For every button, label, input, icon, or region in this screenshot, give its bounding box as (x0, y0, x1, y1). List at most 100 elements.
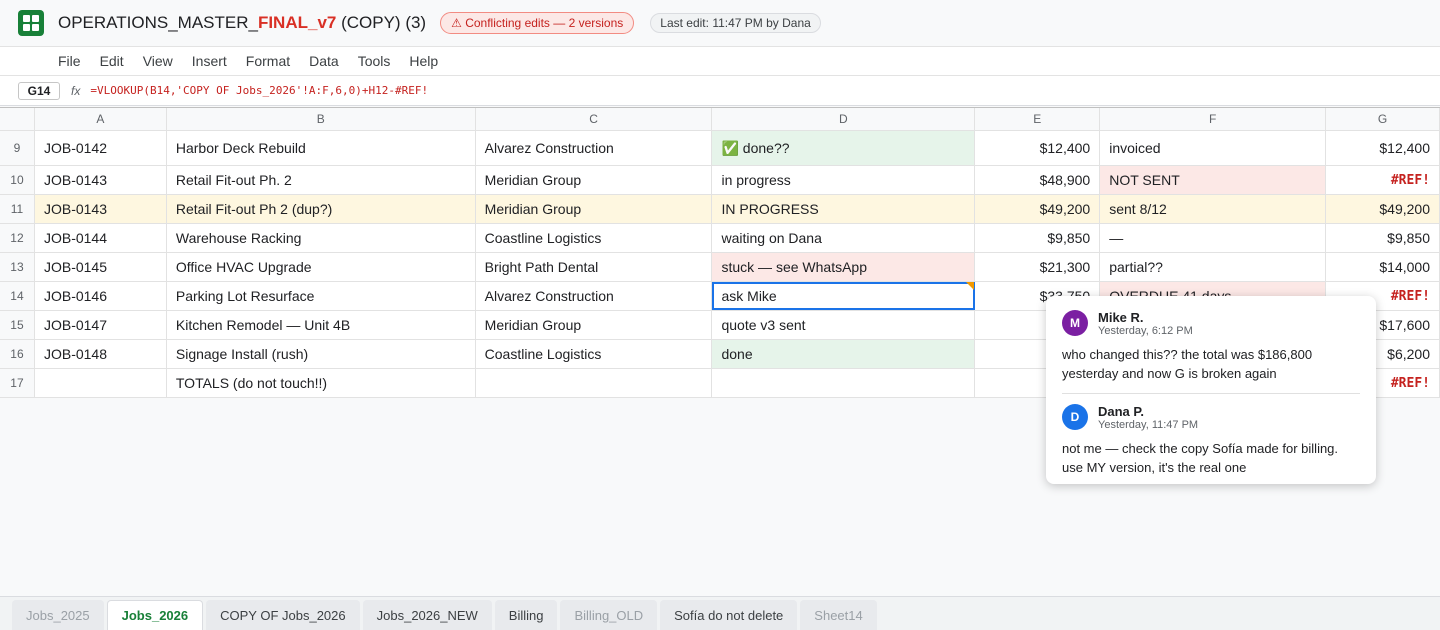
row-number[interactable]: 16 (0, 340, 35, 368)
column-header-d[interactable]: D (712, 108, 976, 130)
cell-reference-box[interactable]: G14 (18, 81, 60, 100)
sheets-app-icon[interactable] (18, 10, 44, 36)
cell[interactable]: Coastline Logistics (476, 224, 713, 252)
cell[interactable]: $49,200 (975, 195, 1101, 223)
cell[interactable]: JOB-0145 (35, 253, 167, 281)
column-header-c[interactable]: C (475, 108, 713, 130)
sheet-tab-sheet14[interactable]: Sheet14 (800, 600, 877, 630)
cell[interactable]: sent 8/12 (1100, 195, 1327, 223)
cell[interactable]: JOB-0147 (35, 311, 167, 339)
cell[interactable]: JOB-0143 (35, 166, 167, 194)
sheet-tab-jobs-2025[interactable]: Jobs_2025 (12, 600, 104, 630)
cell[interactable]: — (1100, 224, 1327, 252)
comment-text: who changed this?? the total was $186,80… (1062, 347, 1313, 381)
cell[interactable]: $9,850 (1326, 224, 1440, 252)
cell[interactable]: Alvarez Construction (476, 282, 713, 310)
cell[interactable]: done (712, 340, 976, 368)
menu-format[interactable]: Format (246, 53, 290, 69)
cell[interactable]: JOB-0148 (35, 340, 167, 368)
comment-thread-popup[interactable]: M Mike R. Yesterday, 6:12 PM who changed… (1046, 296, 1376, 484)
fx-icon: fx (71, 83, 81, 98)
row-number[interactable]: 9 (0, 131, 35, 165)
menu-insert[interactable]: Insert (192, 53, 227, 69)
cell[interactable]: Alvarez Construction (476, 131, 713, 165)
cell[interactable]: Office HVAC Upgrade (167, 253, 476, 281)
cell[interactable]: Meridian Group (476, 166, 713, 194)
cell[interactable]: Retail Fit-out Ph 2 (dup?) (166, 195, 476, 223)
menu-file[interactable]: File (58, 53, 81, 69)
column-header-f[interactable]: F (1100, 108, 1327, 130)
sheet-tabs-bar: Jobs_2025 Jobs_2026 COPY OF Jobs_2026 Jo… (0, 596, 1440, 630)
cell[interactable]: Kitchen Remodel — Unit 4B (167, 311, 476, 339)
cell[interactable]: waiting on Dana (712, 224, 976, 252)
cell[interactable]: Meridian Group (475, 195, 713, 223)
cell[interactable]: Harbor Deck Rebuild (167, 131, 476, 165)
column-header-a[interactable]: A (34, 108, 167, 130)
comment-time: Yesterday, 11:47 PM (1098, 419, 1199, 431)
cell[interactable]: $21,300 (975, 253, 1101, 281)
cell[interactable]: JOB-0144 (35, 224, 167, 252)
corner-cell[interactable] (0, 108, 35, 130)
row-number[interactable]: 17 (0, 369, 35, 397)
menu-bar: File Edit View Insert Format Data Tools … (0, 46, 1440, 76)
comment-header: M Mike R. Yesterday, 6:12 PM (1062, 310, 1360, 337)
document-title[interactable]: OPERATIONS_MASTER_FINAL_v7 (COPY) (3) (58, 13, 426, 33)
sheet-tab-jobs-2026-new[interactable]: Jobs_2026_NEW (362, 600, 492, 630)
cell[interactable]: $49,200 (1326, 195, 1440, 223)
cell[interactable]: JOB-0143 (34, 195, 167, 223)
cell[interactable]: $14,000 (1326, 253, 1440, 281)
cell[interactable]: stuck — see WhatsApp (712, 253, 976, 281)
cell[interactable]: $12,400 (975, 131, 1101, 165)
conflict-badge[interactable]: ⚠ Conflicting edits — 2 versions (440, 12, 635, 34)
cell[interactable]: JOB-0142 (35, 131, 167, 165)
cell[interactable]: partial?? (1100, 253, 1327, 281)
menu-help[interactable]: Help (409, 53, 438, 69)
cell[interactable]: invoiced (1100, 131, 1327, 165)
sheet-tab-billing[interactable]: Billing (494, 600, 558, 630)
cell[interactable]: IN PROGRESS (712, 195, 976, 223)
cell[interactable] (712, 369, 976, 397)
cell[interactable] (35, 369, 167, 397)
cell[interactable]: quote v3 sent (712, 311, 976, 339)
avatar: M (1062, 310, 1088, 336)
cell[interactable]: Parking Lot Resurface (167, 282, 476, 310)
sheet-tab-sofia[interactable]: Sofía do not delete (660, 600, 798, 630)
row-number[interactable]: 11 (0, 195, 35, 223)
table-row-duplicate: 11 JOB-0143 Retail Fit-out Ph 2 (dup?) M… (0, 195, 1440, 224)
cell[interactable]: Signage Install (rush) (167, 340, 476, 368)
ref-error-cell[interactable]: #REF! (1326, 166, 1440, 194)
cell[interactable]: $9,850 (975, 224, 1101, 252)
cell[interactable]: Coastline Logistics (476, 340, 713, 368)
formula-bar: G14 fx =VLOOKUP(B14,'COPY OF Jobs_2026'!… (0, 76, 1440, 106)
row-number[interactable]: 13 (0, 253, 35, 281)
column-header-g[interactable]: G (1326, 108, 1440, 130)
row-number[interactable]: 15 (0, 311, 35, 339)
cell[interactable]: TOTALS (do not touch!!) (167, 369, 476, 397)
row-number[interactable]: 10 (0, 166, 35, 194)
cell[interactable]: Warehouse Racking (167, 224, 476, 252)
menu-view[interactable]: View (143, 53, 173, 69)
cell[interactable]: Meridian Group (476, 311, 713, 339)
menu-data[interactable]: Data (309, 53, 339, 69)
sheet-tab-copy-of-jobs-2026[interactable]: COPY OF Jobs_2026 (206, 600, 360, 630)
cell[interactable]: JOB-0146 (35, 282, 167, 310)
column-header-b[interactable]: B (166, 108, 476, 130)
cell[interactable]: NOT SENT (1100, 166, 1327, 194)
cell[interactable]: $48,900 (975, 166, 1101, 194)
cell[interactable]: Retail Fit-out Ph. 2 (167, 166, 476, 194)
sheet-tab-jobs-2026[interactable]: Jobs_2026 (106, 600, 204, 630)
row-number[interactable]: 12 (0, 224, 35, 252)
cell[interactable]: ✅ done?? (712, 131, 976, 165)
formula-input[interactable]: =VLOOKUP(B14,'COPY OF Jobs_2026'!A:F,6,0… (90, 84, 428, 97)
cell[interactable] (476, 369, 713, 397)
sheet-tab-billing-old[interactable]: Billing_OLD (560, 600, 658, 630)
menu-tools[interactable]: Tools (358, 53, 391, 69)
row-number[interactable]: 14 (0, 282, 35, 310)
column-header-e[interactable]: E (975, 108, 1101, 130)
selected-cell[interactable]: ask Mike (712, 282, 976, 310)
cell[interactable]: Bright Path Dental (476, 253, 713, 281)
cell[interactable]: $12,400 (1326, 131, 1440, 165)
cell[interactable]: in progress (712, 166, 976, 194)
last-edit-badge[interactable]: Last edit: 11:47 PM by Dana (650, 13, 821, 33)
menu-edit[interactable]: Edit (100, 53, 124, 69)
